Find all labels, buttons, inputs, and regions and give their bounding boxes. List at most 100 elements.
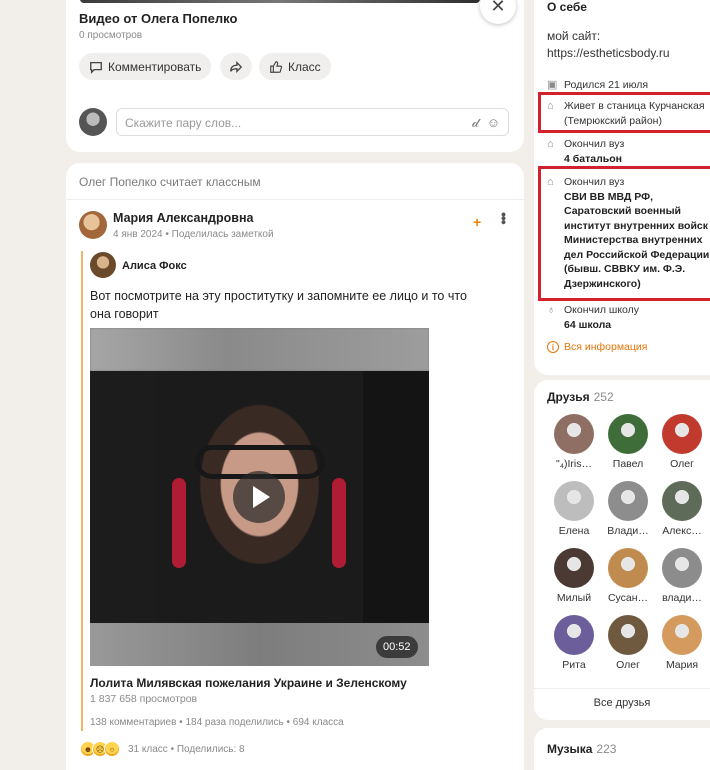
friends-label: Друзья — [547, 390, 590, 404]
calendar-icon: ▣ — [547, 79, 558, 91]
author-avatar[interactable] — [79, 211, 107, 239]
friend-item[interactable]: "₄)Iris… — [549, 414, 599, 470]
friend-item[interactable]: влади… — [657, 548, 707, 604]
friends-title[interactable]: Друзья 252 — [547, 390, 614, 404]
quoted-author-avatar[interactable] — [90, 252, 116, 278]
friend-avatar[interactable] — [554, 481, 594, 521]
video-frame-left — [90, 371, 156, 623]
video-post-card: ✕ Видео от Олега Попелко 0 просмотров Ко… — [66, 0, 524, 152]
friend-name[interactable]: Павел — [603, 458, 653, 470]
friend-item[interactable]: Олег — [657, 414, 707, 470]
video-preview-strip[interactable] — [80, 0, 480, 3]
friend-name[interactable]: Сусан… — [603, 592, 653, 604]
lives-text[interactable]: Живет в станица Курчанская (Темрюкский р… — [564, 100, 705, 127]
play-icon[interactable] — [233, 471, 285, 523]
school-name[interactable]: 64 школа — [564, 319, 611, 331]
class-button-label: Класс — [288, 59, 321, 74]
friend-avatar[interactable] — [554, 414, 594, 454]
friend-item[interactable]: Влади… — [603, 481, 653, 537]
author-name[interactable]: Мария Александровна — [113, 211, 253, 225]
friend-name[interactable]: Алекс… — [657, 525, 707, 537]
friend-name[interactable]: Мария — [657, 659, 707, 671]
clip-views: 1 837 658 просмотров — [90, 693, 198, 705]
class-button[interactable]: Класс — [259, 53, 331, 80]
friend-name[interactable]: "₄)Iris… — [549, 458, 599, 470]
music-count: 223 — [596, 742, 617, 756]
school-label: Окончил школу — [564, 304, 640, 316]
add-friend-icon[interactable]: + — [473, 214, 481, 230]
friend-avatar[interactable] — [662, 414, 702, 454]
comment-button-label: Комментировать — [108, 59, 202, 74]
video-frame-detail — [172, 478, 186, 568]
all-friends-button[interactable]: Все друзья — [534, 688, 710, 709]
about-title: О себе — [547, 0, 587, 14]
friend-avatar[interactable] — [608, 414, 648, 454]
comment-input[interactable]: Скажите пару слов... 𝒹 ☺ — [116, 108, 509, 136]
all-info-link[interactable]: i Вся информация — [547, 341, 647, 353]
friend-avatar[interactable] — [662, 481, 702, 521]
site-link[interactable]: https://estheticsbody.ru — [547, 46, 670, 60]
feed-post-card: Олег Попелко считает классным Мария Алек… — [66, 163, 524, 770]
friend-name[interactable]: влади… — [657, 592, 707, 604]
reactions-bar[interactable]: ☻ ☹ ○ 31 класс • Поделились: 8 — [80, 741, 245, 757]
friend-item[interactable]: Рита — [549, 615, 599, 671]
school-icon: ♁ — [547, 304, 556, 316]
comment-button[interactable]: Комментировать — [79, 53, 212, 80]
friend-item[interactable]: Мария — [657, 615, 707, 671]
post-text: Вот посмотрите на эту проститутку и запо… — [90, 289, 467, 321]
friend-avatar[interactable] — [662, 548, 702, 588]
avatar[interactable] — [79, 108, 107, 136]
all-info-label: Вся информация — [564, 341, 648, 353]
friends-card: Друзья 252 "₄)Iris… Павел Олег Елена Влади… Ал… — [534, 380, 710, 720]
school-row: ♁ Окончил школу 64 школа — [547, 303, 710, 332]
friend-name[interactable]: Елена — [549, 525, 599, 537]
uni1-name[interactable]: 4 батальон — [564, 153, 622, 165]
attach-icon[interactable]: 𝒹 — [472, 115, 479, 131]
video-frame-right — [363, 371, 429, 623]
video-duration: 00:52 — [376, 636, 418, 658]
emoji-icon[interactable]: ☺ — [487, 115, 500, 131]
friend-name[interactable]: Олег — [657, 458, 707, 470]
about-card: О себе мой сайт: https://estheticsbody.r… — [534, 0, 710, 375]
friend-avatar[interactable] — [662, 615, 702, 655]
friend-avatar[interactable] — [608, 481, 648, 521]
friend-item[interactable]: Алекс… — [657, 481, 707, 537]
video-title[interactable]: Видео от Олега Попелко — [79, 11, 237, 26]
friend-item[interactable]: Олег — [603, 615, 653, 671]
friend-item[interactable]: Сусан… — [603, 548, 653, 604]
friend-avatar[interactable] — [608, 548, 648, 588]
close-icon[interactable]: ✕ — [480, 0, 516, 24]
lives-row: ⌂ Живет в станица Курчанская (Темрюкский… — [547, 99, 710, 128]
comment-composer: Скажите пару слов... 𝒹 ☺ — [79, 108, 511, 136]
home-icon: ⌂ — [547, 100, 554, 112]
friend-name[interactable]: Олег — [603, 659, 653, 671]
friend-name[interactable]: Влади… — [603, 525, 653, 537]
comment-placeholder: Скажите пару слов... — [125, 116, 242, 130]
clip-stats[interactable]: 138 комментариев • 184 раза поделились •… — [90, 717, 344, 728]
friend-name[interactable]: Рита — [549, 659, 599, 671]
born-text: Родился 21 июля — [564, 79, 649, 91]
reactions-text: 31 класс • Поделились: 8 — [128, 743, 245, 755]
wow-emoji-icon: ○ — [104, 741, 120, 757]
friend-item[interactable]: Елена — [549, 481, 599, 537]
video-frame-detail — [332, 478, 346, 568]
friend-avatar[interactable] — [608, 615, 648, 655]
music-label: Музыка — [547, 742, 593, 756]
quoted-author-name[interactable]: Алиса Фокс — [122, 260, 187, 272]
uni2-label: Окончил вуз — [564, 176, 625, 188]
university-row: ⌂ Окончил вуз СВИ ВВ МВД РФ, Саратовский… — [547, 175, 710, 291]
friend-avatar[interactable] — [554, 548, 594, 588]
friend-name[interactable]: Милый — [549, 592, 599, 604]
music-title[interactable]: Музыка 223 — [547, 742, 616, 756]
more-options-icon[interactable]: ••• — [496, 212, 512, 224]
friend-item[interactable]: Павел — [603, 414, 653, 470]
friend-item[interactable]: Милый — [549, 548, 599, 604]
video-player[interactable]: 00:52 — [90, 328, 429, 666]
share-button[interactable] — [220, 53, 252, 80]
friend-avatar[interactable] — [554, 615, 594, 655]
post-meta: 4 янв 2024 • Поделилась заметкой — [113, 229, 274, 240]
quote-bar — [81, 251, 83, 731]
share-icon — [230, 60, 243, 73]
clip-title[interactable]: Лолита Милявская пожелания Украине и Зел… — [90, 676, 407, 690]
uni2-name[interactable]: СВИ ВВ МВД РФ, Саратовский военный инсти… — [564, 191, 709, 290]
